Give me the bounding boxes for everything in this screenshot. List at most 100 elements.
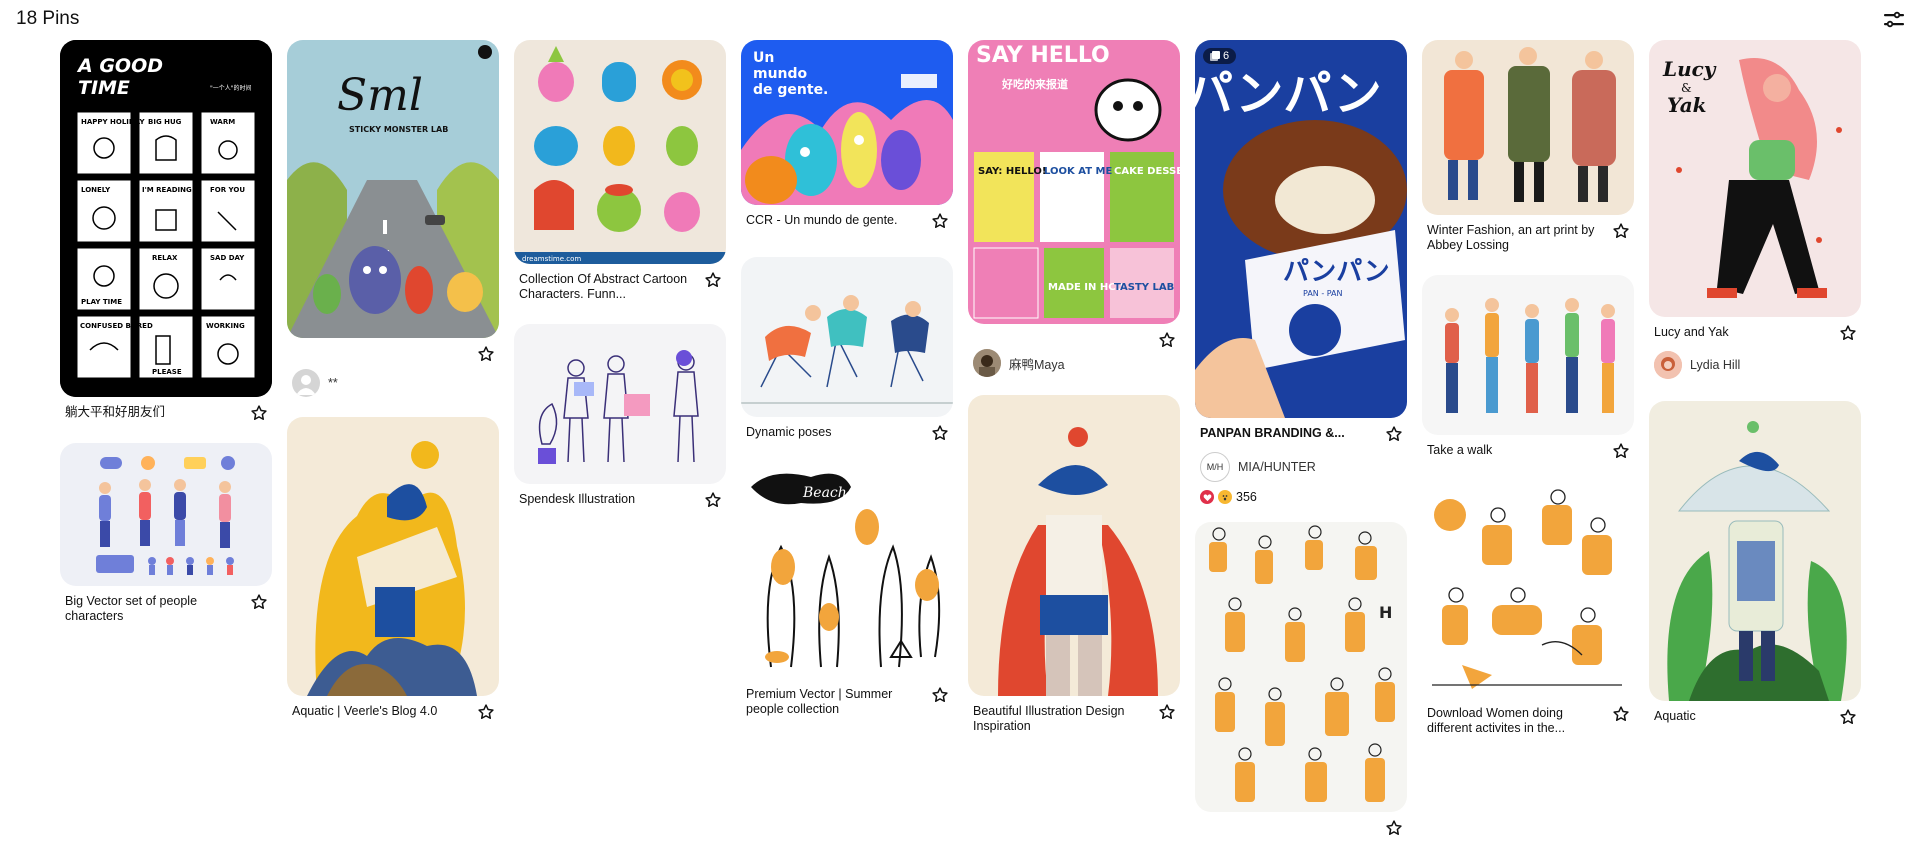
star-icon[interactable] <box>1612 222 1630 240</box>
pin-image[interactable]: A GOOD TIME "一个人"的时间 HAPPY HOLIDAY BIG H… <box>60 40 272 397</box>
svg-text:PLEASE: PLEASE <box>152 368 182 376</box>
pin-image[interactable] <box>1422 485 1634 698</box>
multi-image-badge: 6 <box>1203 48 1237 64</box>
reactions[interactable]: 356 <box>1195 482 1407 504</box>
thumb-title: パンパン <box>1195 66 1382 122</box>
star-icon[interactable] <box>931 424 949 442</box>
pin-author[interactable]: 麻鸭Maya <box>968 349 1180 377</box>
author-name[interactable]: Lydia Hill <box>1690 358 1740 372</box>
thumb-title: SAY HELLO <box>976 43 1110 68</box>
pin-card[interactable]: SAY HELLO 好吃的来报道 SAY: HELLO! LOOK AT ME … <box>968 40 1180 377</box>
pins-column-2: Sml STICKY MONSTER LAB ** Aquatic | Veer… <box>287 40 499 742</box>
pin-author[interactable]: Lydia Hill <box>1649 345 1861 379</box>
pin-title[interactable]: Aquatic | Veerle's Blog 4.0 <box>292 704 462 719</box>
svg-text:LONELY: LONELY <box>81 186 111 194</box>
star-icon[interactable] <box>1839 708 1857 726</box>
star-icon[interactable] <box>1839 324 1857 342</box>
pin-card[interactable]: Take a walk <box>1422 275 1634 463</box>
pins-column-5: SAY HELLO 好吃的来报道 SAY: HELLO! LOOK AT ME … <box>968 40 1180 752</box>
pin-image[interactable] <box>968 395 1180 696</box>
pin-card[interactable]: Winter Fashion, an art print by Abbey Lo… <box>1422 40 1634 253</box>
pin-card[interactable]: Beautiful Illustration Design Inspiratio… <box>968 395 1180 734</box>
pin-image[interactable] <box>741 257 953 417</box>
avatar[interactable]: M/H <box>1200 452 1230 482</box>
pin-title[interactable]: PANPAN BRANDING &... <box>1200 426 1370 441</box>
pin-card[interactable]: A GOOD TIME "一个人"的时间 HAPPY HOLIDAY BIG H… <box>60 40 272 425</box>
pins-column-1: A GOOD TIME "一个人"的时间 HAPPY HOLIDAY BIG H… <box>60 40 272 642</box>
author-name[interactable]: MIA/HUNTER <box>1238 460 1316 474</box>
thumb-subtitle: STICKY MONSTER LAB <box>349 125 448 134</box>
star-icon[interactable] <box>704 491 722 509</box>
pin-card[interactable]: Dynamic poses <box>741 257 953 445</box>
pin-title[interactable]: Big Vector set of people characters <box>65 594 235 624</box>
pins-column-6: パンパン パンパン PAN - PAN 6 PANPAN BRANDING &.… <box>1195 40 1407 855</box>
pin-author[interactable]: ** <box>287 363 499 397</box>
svg-text:WARM: WARM <box>210 118 235 126</box>
star-icon[interactable] <box>477 345 495 363</box>
pin-card[interactable]: Aquatic | Veerle's Blog 4.0 <box>287 417 499 724</box>
pin-card[interactable]: Sml STICKY MONSTER LAB ** <box>287 40 499 397</box>
pin-title[interactable]: Collection Of Abstract Cartoon Character… <box>519 272 689 302</box>
pin-image[interactable]: Sml STICKY MONSTER LAB <box>287 40 499 338</box>
pin-card[interactable]: dreamstime.com Collection Of Abstract Ca… <box>514 40 726 302</box>
star-icon[interactable] <box>1158 331 1176 349</box>
pin-image[interactable]: SAY HELLO 好吃的来报道 SAY: HELLO! LOOK AT ME … <box>968 40 1180 324</box>
pin-title[interactable]: 躺大平和好朋友们 <box>65 405 235 420</box>
pin-author[interactable]: M/H MIA/HUNTER <box>1195 446 1407 482</box>
pin-image[interactable] <box>287 417 499 696</box>
pin-image[interactable] <box>1422 275 1634 435</box>
pins-column-7: Winter Fashion, an art print by Abbey Lo… <box>1422 40 1634 754</box>
pin-title[interactable]: Premium Vector | Summer people collectio… <box>746 687 916 717</box>
pin-title[interactable]: Beautiful Illustration Design Inspiratio… <box>973 704 1143 734</box>
pin-title[interactable]: Aquatic <box>1654 709 1824 724</box>
pin-image[interactable] <box>60 443 272 586</box>
star-icon[interactable] <box>1612 705 1630 723</box>
avatar[interactable] <box>973 349 1001 377</box>
filter-button[interactable] <box>1882 8 1906 32</box>
pin-title[interactable]: Download Women doing different activites… <box>1427 706 1597 736</box>
star-icon[interactable] <box>250 404 268 422</box>
svg-text:SAD DAY: SAD DAY <box>210 254 245 262</box>
pin-image[interactable] <box>514 324 726 484</box>
star-icon[interactable] <box>704 271 722 289</box>
pin-title[interactable]: Winter Fashion, an art print by Abbey Lo… <box>1427 223 1597 253</box>
star-icon[interactable] <box>1385 819 1403 837</box>
pin-card[interactable]: Lucy & Yak Lucy and Yak Lydia Hill <box>1649 40 1861 379</box>
star-icon[interactable] <box>1158 703 1176 721</box>
pin-title[interactable]: CCR - Un mundo de gente. <box>746 213 916 228</box>
avatar[interactable] <box>1654 351 1682 379</box>
pin-title[interactable]: Spendesk Illustration <box>519 492 689 507</box>
star-icon[interactable] <box>250 593 268 611</box>
author-name[interactable]: ** <box>328 376 338 390</box>
pin-image[interactable]: Beach <box>741 467 953 679</box>
star-icon[interactable] <box>931 686 949 704</box>
pin-card[interactable]: Un mundo de gente. CCR - Un mundo de gen… <box>741 40 953 233</box>
author-name[interactable]: 麻鸭Maya <box>1009 354 1065 373</box>
pin-title[interactable]: Lucy and Yak <box>1654 325 1824 340</box>
svg-text:I'M READING: I'M READING <box>142 186 192 194</box>
star-icon[interactable] <box>1385 425 1403 443</box>
star-icon[interactable] <box>477 703 495 721</box>
pin-card[interactable]: Spendesk Illustration <box>514 324 726 512</box>
thumb-subtitle: "一个人"的时间 <box>210 84 252 92</box>
star-icon[interactable] <box>931 212 949 230</box>
avatar[interactable] <box>292 369 320 397</box>
pin-card[interactable]: Beach Premium Vector | Summer people col… <box>741 467 953 717</box>
pin-card[interactable]: Aquatic <box>1649 401 1861 729</box>
star-icon[interactable] <box>1612 442 1630 460</box>
pin-image[interactable]: H <box>1195 522 1407 812</box>
svg-text:PLAY TIME: PLAY TIME <box>81 298 122 306</box>
pin-image[interactable]: パンパン パンパン PAN - PAN 6 <box>1195 40 1407 418</box>
pin-image[interactable]: dreamstime.com <box>514 40 726 264</box>
pin-image[interactable] <box>1422 40 1634 215</box>
pin-card[interactable]: パンパン パンパン PAN - PAN 6 PANPAN BRANDING &.… <box>1195 40 1407 504</box>
pin-card[interactable]: Download Women doing different activites… <box>1422 485 1634 736</box>
pin-image[interactable]: Lucy & Yak <box>1649 40 1861 317</box>
pin-title[interactable]: Take a walk <box>1427 443 1597 458</box>
pin-image[interactable] <box>1649 401 1861 701</box>
pin-card[interactable]: Big Vector set of people characters <box>60 443 272 624</box>
svg-text:MADE IN HCD: MADE IN HCD <box>1048 282 1124 293</box>
pin-title[interactable]: Dynamic poses <box>746 425 916 440</box>
pin-image[interactable]: Un mundo de gente. <box>741 40 953 205</box>
pin-card[interactable]: H <box>1195 522 1407 837</box>
